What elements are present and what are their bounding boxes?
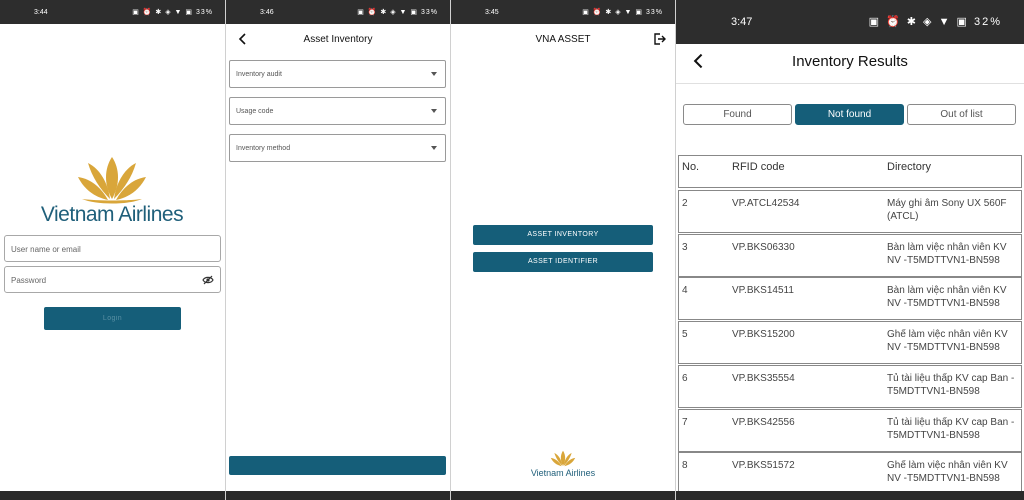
- tab-found[interactable]: Found: [683, 104, 792, 125]
- table-row[interactable]: 4 VP.BKS14511 Bàn làm việc nhân viên KV NV…: [678, 277, 1022, 321]
- status-bar: 3:46 ▣ ⏰ ✱ ◈ ▼ ▣ 33%: [226, 0, 450, 24]
- battery-level: 33%: [420, 9, 438, 16]
- inventory-audit-dropdown[interactable]: Inventory audit: [229, 60, 446, 88]
- app-bar: Inventory Results: [676, 44, 1024, 84]
- dropdown-placeholder: Inventory method: [236, 145, 291, 152]
- page-title: VNA ASSET: [535, 34, 591, 45]
- login-screen: 3:44 ▣ ⏰ ✱ ◈ ▼ ▣ 33% Vietnam Airlines Us…: [0, 0, 225, 500]
- table-row[interactable]: 7 VP.BKS42556 Tủ tài liệu thấp KV cap Ban …: [678, 408, 1022, 452]
- cell-directory: Ghế làm việc nhân viên KV NV -T5MDTTVN1-…: [887, 460, 1008, 485]
- page-title: Inventory Results: [792, 53, 908, 70]
- cell-rfid: VP.BKS06330: [732, 241, 795, 253]
- system-nav-bar: [226, 491, 450, 500]
- status-time: 3:45: [485, 9, 499, 16]
- app-bar: Asset Inventory: [226, 24, 450, 56]
- system-nav-bar: [451, 491, 675, 500]
- cell-directory: Tủ tài liệu thấp KV cap Ban -T5MDTTVN1-B…: [887, 372, 1015, 397]
- cell-rfid: VP.BKS35554: [732, 372, 795, 384]
- inventory-method-dropdown[interactable]: Inventory method: [229, 134, 446, 162]
- battery-level: 33%: [645, 9, 663, 16]
- username-placeholder: User name or email: [11, 245, 81, 254]
- dropdown-caret-icon: [431, 109, 437, 113]
- login-button-label: Login: [102, 315, 123, 322]
- system-nav-bar: [0, 491, 225, 500]
- table-row[interactable]: 8 VP.BKS51572 Ghế làm việc nhân viên KV NV…: [678, 452, 1022, 496]
- battery-level: 33%: [195, 9, 213, 16]
- cell-no: 2: [682, 198, 688, 209]
- status-time: 3:47: [731, 16, 753, 28]
- cell-no: 4: [682, 285, 688, 297]
- brand-logo: Vietnam Airlines: [22, 155, 202, 227]
- brand-name: Vietnam Airlines: [530, 468, 596, 478]
- table-header: No. RFID code Directory: [678, 155, 1022, 188]
- cell-directory: Ghế làm việc nhân viên KV NV -T5MDTTVN1-…: [887, 329, 1008, 354]
- footer-brand-logo: Vietnam Airlines: [513, 450, 613, 480]
- battery-level: 32%: [973, 16, 1002, 28]
- cell-directory: Bàn làm việc nhân viên KV NV -T5MDTTVN1-…: [887, 241, 1007, 266]
- vna-asset-screen: 3:45 ▣ ⏰ ✱ ◈ ▼ ▣ 33% VNA ASSET ASSET INV…: [451, 0, 675, 500]
- cell-rfid: VP.BKS14511: [732, 285, 794, 297]
- asset-inventory-button[interactable]: ASSET INVENTORY: [473, 225, 653, 245]
- password-placeholder: Password: [11, 276, 47, 285]
- cell-no: 5: [682, 329, 688, 341]
- asset-inventory-screen: 3:46 ▣ ⏰ ✱ ◈ ▼ ▣ 33% Asset Inventory Inv…: [226, 0, 450, 500]
- status-icons: ▣ ⏰ ✱ ◈ ▼ ▣ 32%: [868, 16, 1002, 28]
- inventory-results-screen: 3:47 ▣ ⏰ ✱ ◈ ▼ ▣ 32% Inventory Results F…: [676, 0, 1024, 500]
- table-row[interactable]: 6 VP.BKS35554 Tủ tài liệu thấp KV cap Ban …: [678, 364, 1022, 408]
- cell-no: 3: [682, 241, 688, 253]
- dropdown-placeholder: Usage code: [236, 108, 274, 115]
- column-header-no: No.: [682, 161, 700, 173]
- username-input[interactable]: User name or email: [4, 235, 221, 262]
- password-input[interactable]: Password: [4, 266, 221, 293]
- eye-off-icon[interactable]: [202, 275, 214, 285]
- status-bar: 3:45 ▣ ⏰ ✱ ◈ ▼ ▣ 33%: [451, 0, 675, 24]
- app-bar: VNA ASSET: [451, 24, 675, 56]
- dropdown-caret-icon: [431, 72, 437, 76]
- column-header-rfid: RFID code: [732, 161, 785, 173]
- status-time: 3:44: [34, 9, 48, 16]
- cell-rfid: VP.ATCL42534: [732, 198, 800, 209]
- status-icons: ▣ ⏰ ✱ ◈ ▼ ▣ 33%: [582, 9, 663, 16]
- column-header-directory: Directory: [887, 161, 932, 173]
- tab-out-of-list[interactable]: Out of list: [907, 104, 1016, 125]
- status-bar: 3:47 ▣ ⏰ ✱ ◈ ▼ ▣ 32%: [676, 0, 1024, 44]
- login-button[interactable]: Login: [44, 307, 181, 330]
- status-time: 3:46: [260, 9, 274, 16]
- table-row[interactable]: 5 VP.BKS15200 Ghế làm việc nhân viên KV NV…: [678, 321, 1022, 365]
- asset-identifier-button[interactable]: ASSET IDENTIFIER: [473, 252, 653, 272]
- cell-rfid: VP.BKS51572: [732, 460, 795, 472]
- cell-directory: Máy ghi âm Sony UX 560F (ATCL): [887, 198, 1007, 222]
- dropdown-caret-icon: [431, 146, 437, 150]
- status-icons: ▣ ⏰ ✱ ◈ ▼ ▣ 33%: [132, 9, 213, 16]
- brand-name: Vietnam Airlines: [40, 203, 184, 226]
- page-title: Asset Inventory: [303, 34, 373, 45]
- table-row[interactable]: 3 VP.BKS06330 Bàn làm việc nhân viên KV NV…: [678, 233, 1022, 277]
- cell-no: 8: [682, 460, 688, 472]
- cell-no: 7: [682, 416, 688, 428]
- dropdown-placeholder: Inventory audit: [236, 71, 282, 78]
- table-row[interactable]: 2 VP.ATCL42534 Máy ghi âm Sony UX 560F (AT…: [678, 190, 1022, 233]
- usage-code-dropdown[interactable]: Usage code: [229, 97, 446, 125]
- system-nav-bar: [676, 491, 1024, 500]
- cell-rfid: VP.BKS42556: [732, 416, 795, 428]
- tab-not-found[interactable]: Not found: [795, 104, 904, 125]
- logout-icon[interactable]: [653, 32, 667, 46]
- cell-no: 6: [682, 372, 688, 384]
- status-icons: ▣ ⏰ ✱ ◈ ▼ ▣ 33%: [357, 9, 438, 16]
- status-bar: 3:44 ▣ ⏰ ✱ ◈ ▼ ▣ 33%: [0, 0, 225, 24]
- result-tabs: Found Not found Out of list: [683, 104, 1021, 126]
- cell-directory: Bàn làm việc nhân viên KV NV -T5MDTTVN1-…: [887, 285, 1007, 310]
- cell-rfid: VP.BKS15200: [732, 329, 795, 341]
- lotus-logo-icon: [78, 157, 146, 204]
- cell-directory: Tủ tài liệu thấp KV cap Ban -T5MDTTVN1-B…: [887, 416, 1015, 441]
- lotus-logo-icon: [550, 450, 576, 467]
- submit-button[interactable]: [229, 456, 446, 475]
